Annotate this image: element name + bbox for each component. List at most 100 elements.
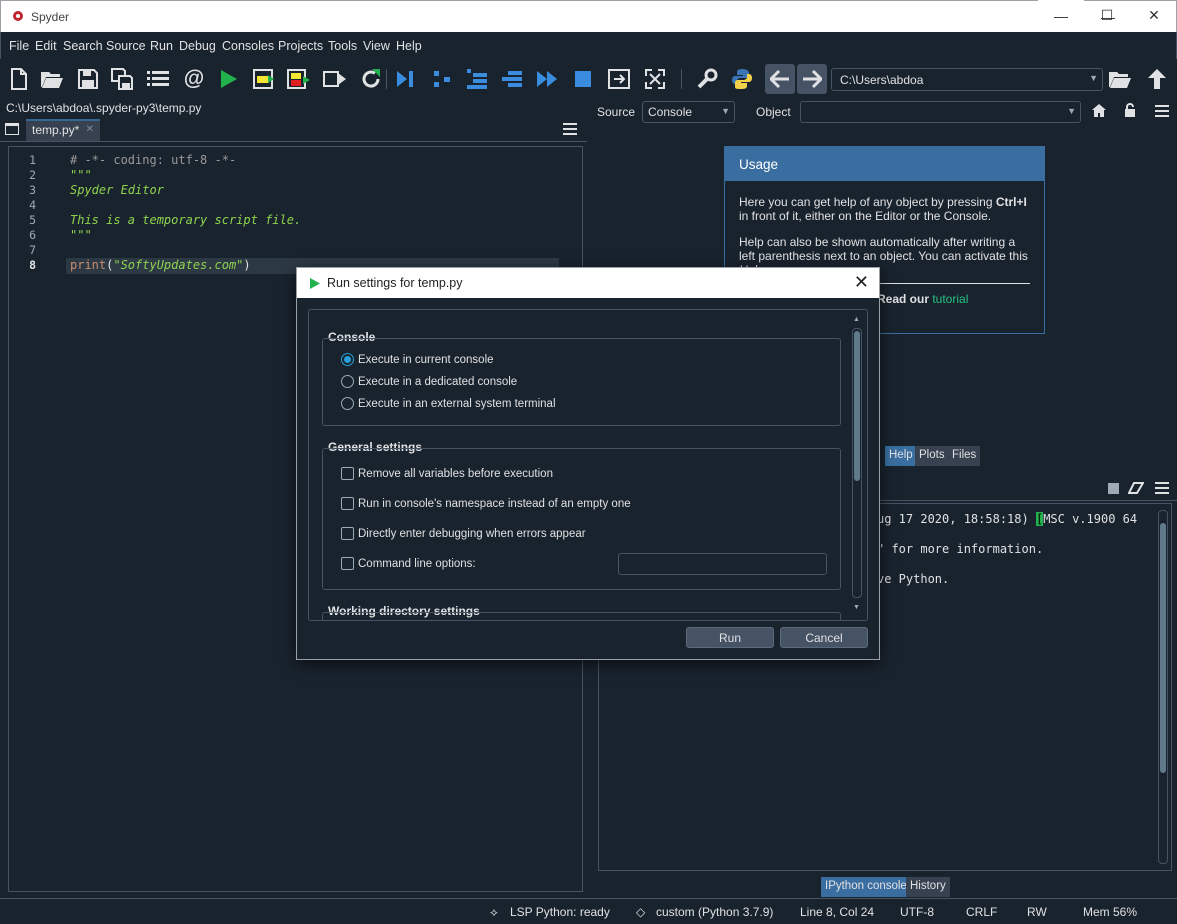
console-scrollbar[interactable]: [1158, 510, 1168, 864]
debug-icon[interactable]: [393, 67, 417, 91]
run-icon: [310, 278, 320, 289]
cancel-button[interactable]: Cancel: [780, 627, 868, 648]
browse-folder-icon[interactable]: [1108, 67, 1132, 91]
chevron-down-icon: ▼: [1089, 73, 1098, 83]
stop-icon[interactable]: [571, 67, 595, 91]
lsp-status: LSP Python: ready: [510, 905, 610, 919]
line-number: 7: [29, 243, 36, 257]
open-file-icon[interactable]: [40, 67, 64, 91]
tab-help[interactable]: Help: [885, 446, 917, 466]
console-scroll-handle[interactable]: [1160, 523, 1166, 773]
tab-ipython-console[interactable]: IPython console: [821, 877, 911, 897]
close-tab-icon[interactable]: ✕: [86, 124, 94, 135]
lock-icon[interactable]: [1124, 103, 1136, 120]
help-options-icon[interactable]: [1155, 105, 1169, 120]
menu-tools[interactable]: Tools: [328, 39, 357, 53]
close-window-button[interactable]: ✕: [1131, 0, 1177, 31]
command-line-input[interactable]: [618, 553, 827, 575]
tutorial-link[interactable]: tutorial: [932, 292, 968, 306]
dialog-scroll-area: Console Execute in current console Execu…: [308, 309, 868, 621]
maximize-button[interactable]: ☐: [1084, 0, 1130, 31]
menu-search[interactable]: Search: [63, 39, 103, 53]
tab-temp-py[interactable]: temp.py* ✕: [26, 119, 100, 141]
object-combo[interactable]: ▼: [800, 101, 1081, 123]
radio-external-terminal[interactable]: [341, 397, 354, 410]
outline-icon[interactable]: [146, 67, 170, 91]
menu-run[interactable]: Run: [150, 39, 173, 53]
menu-help[interactable]: Help: [396, 39, 422, 53]
tab-history[interactable]: History: [906, 877, 950, 897]
run-cell-icon[interactable]: [252, 67, 276, 91]
code-line: """: [70, 228, 92, 242]
menu-edit[interactable]: Edit: [35, 39, 57, 53]
menu-view[interactable]: View: [363, 39, 390, 53]
minimize-window-button[interactable]: —: [1038, 0, 1084, 31]
step-icon[interactable]: [430, 67, 454, 91]
menu-projects[interactable]: Projects: [278, 39, 323, 53]
browse-tabs-icon[interactable]: [5, 123, 19, 135]
radio-current-console[interactable]: [341, 353, 354, 366]
save-all-icon[interactable]: [110, 67, 134, 91]
new-file-icon[interactable]: [7, 67, 31, 91]
run-selection-icon[interactable]: [323, 67, 347, 91]
source-value: Console: [648, 105, 693, 119]
option-external-terminal[interactable]: Execute in an external system terminal: [358, 398, 556, 410]
chevron-down-icon: ▼: [1067, 106, 1076, 116]
fullscreen-icon[interactable]: [643, 67, 667, 91]
run-button[interactable]: Run: [686, 627, 774, 648]
line-endings: CRLF: [966, 905, 998, 919]
scroll-down-icon[interactable]: ▼: [853, 604, 860, 611]
editor-options-icon[interactable]: [563, 123, 577, 138]
eraser-icon[interactable]: [1127, 482, 1145, 497]
maximize-pane-icon[interactable]: [607, 67, 631, 91]
save-icon[interactable]: [76, 67, 100, 91]
forward-button[interactable]: [797, 64, 827, 94]
checkbox-debug-on-error[interactable]: [341, 527, 354, 540]
option-command-line[interactable]: Command line options:: [358, 558, 476, 570]
run-settings-dialog: Run settings for temp.py ✕ Console Execu…: [296, 267, 880, 660]
rerun-icon[interactable]: [359, 67, 383, 91]
working-directory-combo[interactable]: C:\Users\abdoa ▼: [831, 68, 1103, 91]
checkbox-console-namespace[interactable]: [341, 497, 354, 510]
source-combo[interactable]: Console ▼: [642, 101, 735, 123]
run-icon[interactable]: [217, 67, 241, 91]
tab-plots[interactable]: Plots: [915, 446, 949, 466]
menu-source[interactable]: Source: [106, 39, 146, 53]
at-icon[interactable]: @: [182, 67, 206, 91]
dialog-title: Run settings for temp.py: [327, 276, 463, 290]
option-remove-variables[interactable]: Remove all variables before execution: [358, 468, 553, 480]
radio-dedicated-console[interactable]: [341, 375, 354, 388]
run-cell-advance-icon[interactable]: [287, 67, 311, 91]
preferences-icon[interactable]: [695, 67, 719, 91]
code-line: Spyder Editor: [70, 183, 164, 197]
home-icon[interactable]: [1092, 104, 1106, 120]
tab-files[interactable]: Files: [948, 446, 981, 466]
console-options-icon[interactable]: [1155, 482, 1169, 497]
checkbox-command-line[interactable]: [341, 557, 354, 570]
step-into-icon[interactable]: [465, 67, 489, 91]
back-button[interactable]: [765, 64, 795, 94]
option-current-console[interactable]: Execute in current console: [358, 354, 494, 366]
python-path-icon[interactable]: [730, 67, 754, 91]
stop-console-icon[interactable]: [1108, 483, 1119, 494]
menu-debug[interactable]: Debug: [179, 39, 216, 53]
checkbox-remove-variables[interactable]: [341, 467, 354, 480]
code-fn: print: [70, 258, 107, 272]
step-return-icon[interactable]: [500, 67, 524, 91]
console-line: ve Python.: [877, 572, 950, 586]
dialog-scroll-handle[interactable]: [854, 331, 860, 481]
menu-consoles[interactable]: Consoles: [222, 39, 274, 53]
option-console-namespace[interactable]: Run in console's namespace instead of an…: [358, 498, 631, 510]
option-debug-on-error[interactable]: Directly enter debugging when errors app…: [358, 528, 586, 540]
dialog-close-icon[interactable]: ✕: [854, 272, 869, 293]
option-dedicated-console[interactable]: Execute in a dedicated console: [358, 376, 517, 388]
dialog-scroll-track[interactable]: [852, 328, 862, 598]
line-number: 2: [29, 168, 36, 182]
menu-file[interactable]: File: [9, 39, 29, 53]
line-number: 6: [29, 228, 36, 242]
dialog-scrollbar[interactable]: ▲ ▼: [852, 316, 863, 616]
continue-icon[interactable]: [535, 67, 559, 91]
scroll-up-icon[interactable]: ▲: [853, 316, 860, 323]
cursor-position: Line 8, Col 24: [800, 905, 875, 919]
parent-dir-icon[interactable]: [1145, 67, 1169, 91]
